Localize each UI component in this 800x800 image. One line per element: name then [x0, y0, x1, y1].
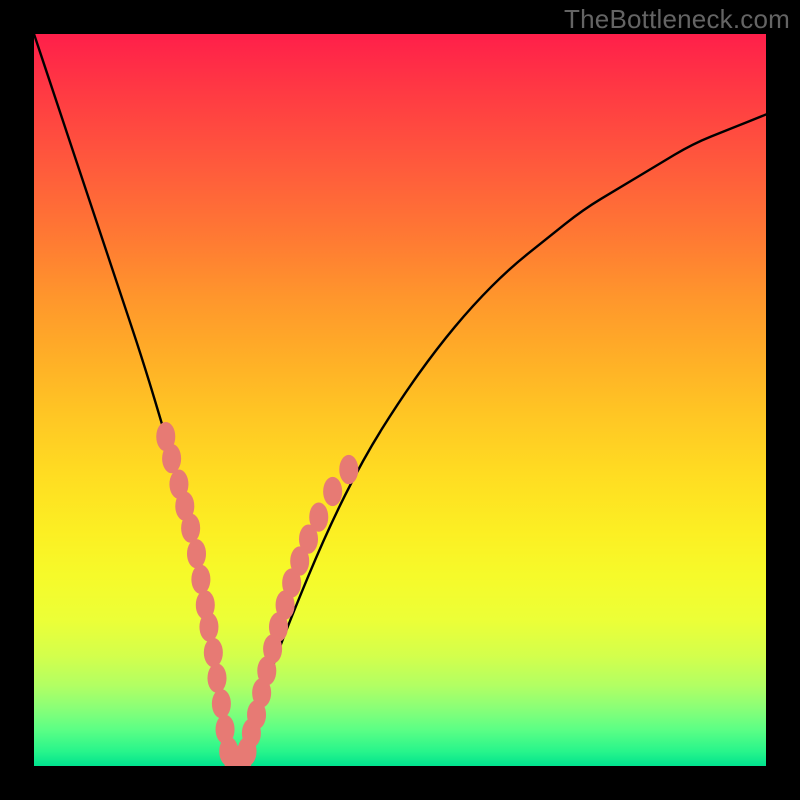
bead-left-4 [181, 513, 200, 542]
bead-left-6 [191, 565, 210, 594]
bead-right-11 [323, 477, 342, 506]
bottleneck-curve-path [34, 34, 766, 762]
bead-left-10 [207, 664, 226, 693]
bead-left-1 [162, 444, 181, 473]
beads-right-group [242, 455, 358, 748]
bead-left-5 [187, 539, 206, 568]
bead-right-10 [309, 502, 328, 531]
chart-frame: TheBottleneck.com [0, 0, 800, 800]
plot-area [34, 34, 766, 766]
bead-right-12 [339, 455, 358, 484]
bottleneck-curve-svg [34, 34, 766, 766]
bead-left-9 [204, 638, 223, 667]
bead-left-8 [199, 612, 218, 641]
bead-left-11 [212, 689, 231, 718]
watermark-text: TheBottleneck.com [564, 4, 790, 35]
beads-left-group [156, 422, 234, 744]
